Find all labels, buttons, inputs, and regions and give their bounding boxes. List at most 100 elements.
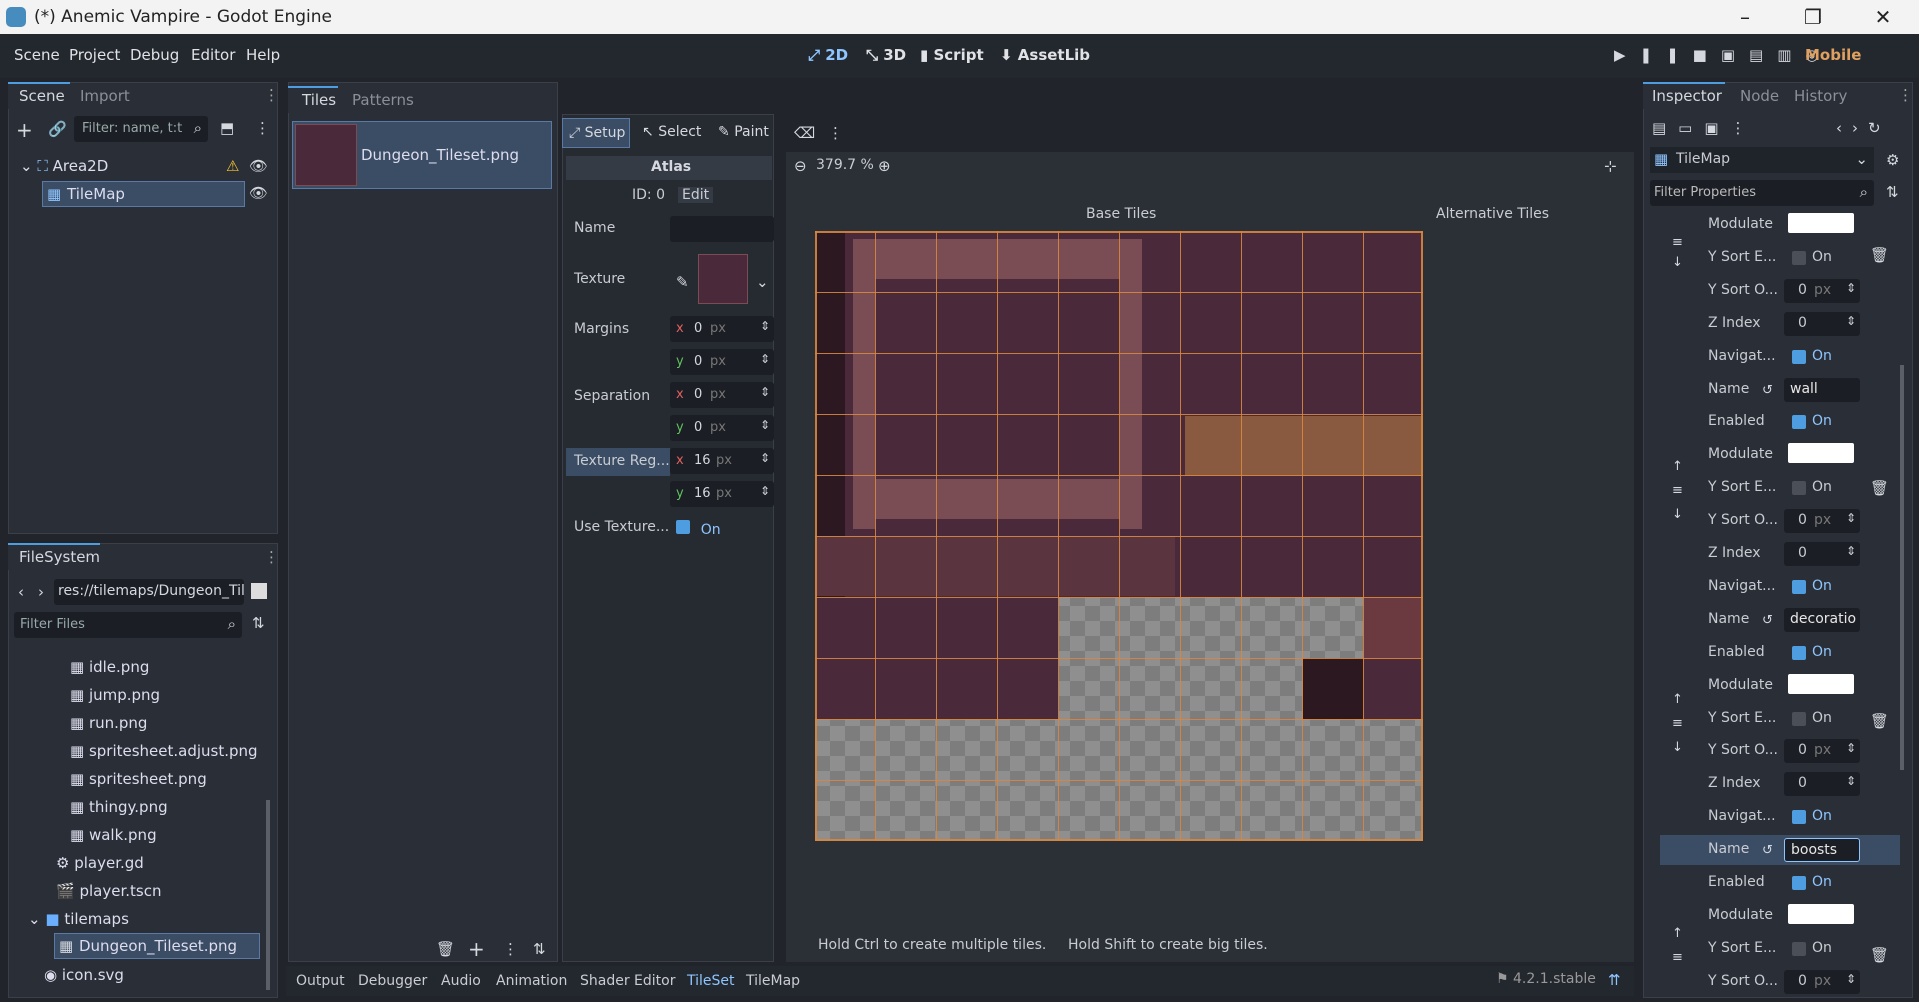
workspace-assetlib[interactable]: ⬇ AssetLib	[1000, 46, 1090, 64]
property-number-field[interactable]: 0 ⇕	[1784, 312, 1860, 336]
menu-editor[interactable]: Editor	[191, 46, 235, 64]
layer-name-field[interactable]: wall	[1784, 378, 1860, 402]
file-item[interactable]: ▦ spritesheet.png	[70, 770, 207, 788]
dock-menu-icon[interactable]: ⋮	[1898, 86, 1913, 104]
delete-layer-icon[interactable]: 🗑	[1870, 946, 1889, 964]
delete-layer-icon[interactable]: 🗑	[1870, 712, 1889, 730]
reorder-handle[interactable]: ↑ ≡ ↓	[1672, 688, 1683, 760]
toggle-split-icon[interactable]	[251, 583, 267, 599]
layer-name-field[interactable]: boosts	[1784, 838, 1860, 862]
menu-scene[interactable]: Scene	[14, 46, 60, 64]
add-source-icon[interactable]: +	[468, 937, 485, 961]
property-number-field[interactable]: 0 px ⇕	[1784, 739, 1860, 763]
file-item[interactable]: ▦ walk.png	[70, 826, 157, 844]
revert-icon[interactable]: ↺	[1762, 843, 1773, 858]
atlas-tile-grid[interactable]	[815, 231, 1423, 841]
modulate-color-picker[interactable]	[1788, 443, 1854, 463]
name-field[interactable]	[670, 216, 774, 242]
menu-project[interactable]: Project	[69, 46, 120, 64]
atlas-source-item[interactable]: Dungeon_Tileset.png	[292, 121, 552, 189]
reorder-handle[interactable]: ↑ ≡ ↓	[1672, 455, 1683, 527]
link-icon[interactable]: 🔗	[48, 120, 67, 138]
filter-properties-input[interactable]: Filter Properties ⌕	[1650, 180, 1874, 206]
center-view-icon[interactable]: ⊹	[1604, 157, 1617, 175]
minimize-icon[interactable]: –	[1722, 4, 1768, 30]
docs-icon[interactable]: ⚙	[1886, 151, 1899, 169]
property-number-field[interactable]: 0 px ⇕	[1784, 279, 1860, 303]
tab-node[interactable]: Node	[1740, 87, 1779, 105]
file-item[interactable]: ▦ jump.png	[70, 686, 160, 704]
warning-icon[interactable]: ⚠	[226, 157, 239, 175]
workspace-3d[interactable]: ⤡ 3D	[866, 46, 906, 64]
tab-output[interactable]: Output	[296, 973, 345, 989]
sort-icon[interactable]: ⇅	[533, 940, 546, 958]
attach-script-icon[interactable]: ⬒	[220, 119, 234, 137]
dock-menu-icon[interactable]: ⋮	[264, 86, 279, 104]
back-icon[interactable]: ‹	[18, 583, 24, 601]
delete-layer-icon[interactable]: 🗑	[1870, 246, 1889, 264]
property-number-field[interactable]: 0 ⇕	[1784, 542, 1860, 566]
tab-import[interactable]: Import	[80, 87, 130, 105]
property-checkbox[interactable]: On	[1784, 937, 1860, 961]
reorder-handle[interactable]: ≡ ↓	[1672, 233, 1683, 273]
property-filter-options-icon[interactable]: ⇅	[1886, 183, 1899, 201]
reorder-handle[interactable]: ↑ ≡	[1672, 922, 1683, 970]
scene-more-icon[interactable]: ⋮	[255, 119, 270, 137]
expand-panel-icon[interactable]: ⇈	[1608, 971, 1621, 989]
tab-scene[interactable]: Scene	[19, 87, 65, 105]
separation-y-field[interactable]: y 0 px ⇕	[670, 415, 774, 441]
property-number-field[interactable]: 0 px ⇕	[1784, 970, 1860, 994]
add-node-icon[interactable]: +	[16, 118, 33, 142]
object-selector[interactable]: ▦ TileMap ⌄	[1650, 147, 1874, 173]
workspace-script[interactable]: ▮ Script	[920, 46, 984, 64]
zoom-level[interactable]: 379.7 %	[816, 157, 874, 173]
file-item-selected[interactable]: ▦ Dungeon_Tileset.png	[54, 933, 260, 959]
separation-x-field[interactable]: x 0 px ⇕	[670, 382, 774, 408]
file-item-scene[interactable]: 🎬 player.tscn	[56, 882, 161, 900]
layer-name-field[interactable]: decoratio	[1784, 608, 1860, 632]
tab-tiles[interactable]: Tiles	[302, 91, 336, 109]
file-item[interactable]: ▦ spritesheet.adjust.png	[70, 742, 258, 760]
scrollbar[interactable]	[266, 800, 270, 990]
modulate-color-picker[interactable]	[1788, 904, 1854, 924]
property-checkbox[interactable]: On	[1784, 476, 1860, 500]
eraser-icon[interactable]: ⌫	[794, 124, 815, 142]
tab-shader-editor[interactable]: Shader Editor	[580, 973, 675, 989]
file-item[interactable]: ▦ idle.png	[70, 658, 149, 676]
folder-item[interactable]: ⌄ ■ tilemaps	[28, 910, 129, 928]
zoom-out-icon[interactable]: ⊖	[794, 157, 807, 175]
scene-filter-input[interactable]: Filter: name, t:t ⌕	[74, 116, 208, 142]
property-checkbox[interactable]: On	[1784, 871, 1860, 895]
tab-tilemap[interactable]: TileMap	[746, 973, 800, 989]
property-checkbox[interactable]: On	[1784, 707, 1860, 731]
more-icon[interactable]: ⋮	[503, 940, 518, 958]
property-checkbox[interactable]: On	[1784, 805, 1860, 829]
workspace-2d[interactable]: ⤢ 2D	[808, 46, 848, 64]
region-y-field[interactable]: y 16 px ⇕	[670, 481, 774, 507]
forward-icon[interactable]: ›	[38, 583, 44, 601]
maximize-icon[interactable]: ❐	[1790, 4, 1836, 30]
texture-preview[interactable]	[698, 254, 748, 304]
tab-animation[interactable]: Animation	[496, 973, 567, 989]
path-field[interactable]: res://tilemaps/Dungeon_Til	[54, 579, 245, 605]
file-item[interactable]: ▦ run.png	[70, 714, 147, 732]
inspector-toolbar[interactable]: ▤▭▣⋮	[1652, 119, 1758, 137]
history-nav[interactable]: ‹›↻	[1836, 119, 1891, 137]
property-checkbox[interactable]: On	[1784, 345, 1860, 369]
scrollbar[interactable]	[1900, 365, 1904, 770]
visibility-icon[interactable]: 👁	[249, 184, 268, 202]
close-icon[interactable]: ✕	[1860, 4, 1906, 30]
chevron-down-icon[interactable]: ⌄	[756, 273, 769, 291]
tab-history[interactable]: History	[1794, 87, 1847, 105]
filter-files-input[interactable]: Filter Files ⌕	[14, 612, 242, 638]
tab-tileset[interactable]: TileSet	[687, 973, 735, 989]
revert-icon[interactable]: ↺	[1762, 613, 1773, 628]
property-checkbox[interactable]: On	[1784, 641, 1860, 665]
region-x-field[interactable]: x 16 px ⇕	[670, 448, 774, 474]
play-controls[interactable]: ▶❚❚■▣▤▥◎	[1614, 46, 1832, 64]
property-checkbox[interactable]: On	[1784, 246, 1860, 270]
delete-layer-icon[interactable]: 🗑	[1870, 479, 1889, 497]
zoom-in-icon[interactable]: ⊕	[878, 157, 891, 175]
sort-icon[interactable]: ⇅	[252, 614, 265, 632]
modulate-color-picker[interactable]	[1788, 213, 1854, 233]
